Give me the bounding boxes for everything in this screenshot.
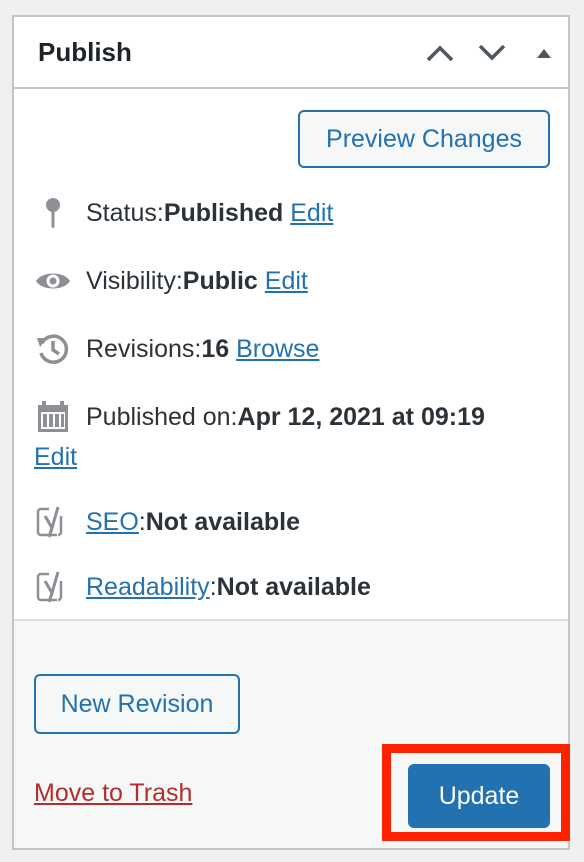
- readability-separator: :: [209, 572, 217, 601]
- published-on-date: Apr 12, 2021 at 09:19: [237, 402, 485, 431]
- status-row: Status: Published Edit: [34, 194, 333, 232]
- panel-title: Publish: [38, 37, 132, 67]
- published-on-label: Published on:: [86, 402, 238, 431]
- chevron-down-icon: [478, 44, 506, 61]
- preview-changes-button[interactable]: Preview Changes: [298, 110, 550, 168]
- publish-actions: New Revision Move to Trash Update: [14, 619, 570, 848]
- toggle-panel-button[interactable]: [526, 35, 562, 71]
- seo-link[interactable]: SEO: [86, 508, 139, 537]
- visibility-row: Visibility: Public Edit: [34, 262, 308, 300]
- seo-value: Not available: [145, 507, 300, 536]
- panel-header: Publish: [14, 17, 568, 89]
- seo-row: SEO : Not available: [34, 503, 300, 541]
- revisions-count: 16: [201, 334, 230, 363]
- move-down-button[interactable]: [474, 35, 510, 71]
- eye-icon: [34, 262, 72, 300]
- revisions-row: Revisions: 16 Browse: [34, 330, 319, 368]
- pin-icon: [34, 194, 72, 232]
- status-value: Published: [163, 198, 284, 227]
- chevron-up-icon: [426, 45, 454, 62]
- published-on-edit-link[interactable]: Edit: [34, 443, 77, 472]
- revisions-label: Revisions:: [86, 334, 202, 363]
- visibility-edit-link[interactable]: Edit: [265, 267, 308, 296]
- readability-link[interactable]: Readability: [86, 573, 210, 602]
- readability-value: Not available: [216, 572, 371, 601]
- yoast-icon: [34, 568, 72, 606]
- publish-panel: Publish Preview Changes Status: Publishe…: [12, 15, 570, 850]
- triangle-up-icon: [537, 49, 551, 58]
- yoast-icon: [34, 503, 72, 541]
- revisions-browse-link[interactable]: Browse: [236, 335, 319, 364]
- calendar-icon: [34, 398, 72, 436]
- visibility-value: Public: [182, 266, 258, 295]
- new-revision-button[interactable]: New Revision: [34, 674, 240, 734]
- seo-separator: :: [138, 507, 146, 536]
- move-to-trash-link[interactable]: Move to Trash: [34, 779, 192, 808]
- move-up-button[interactable]: [422, 35, 458, 71]
- update-button[interactable]: Update: [408, 764, 550, 828]
- visibility-label: Visibility:: [86, 266, 183, 295]
- status-label: Status:: [86, 198, 164, 227]
- published-on-row: Published on: Apr 12, 2021 at 09:19: [34, 398, 485, 436]
- readability-row: Readability : Not available: [34, 568, 371, 606]
- history-icon: [34, 330, 72, 368]
- status-edit-link[interactable]: Edit: [290, 199, 333, 228]
